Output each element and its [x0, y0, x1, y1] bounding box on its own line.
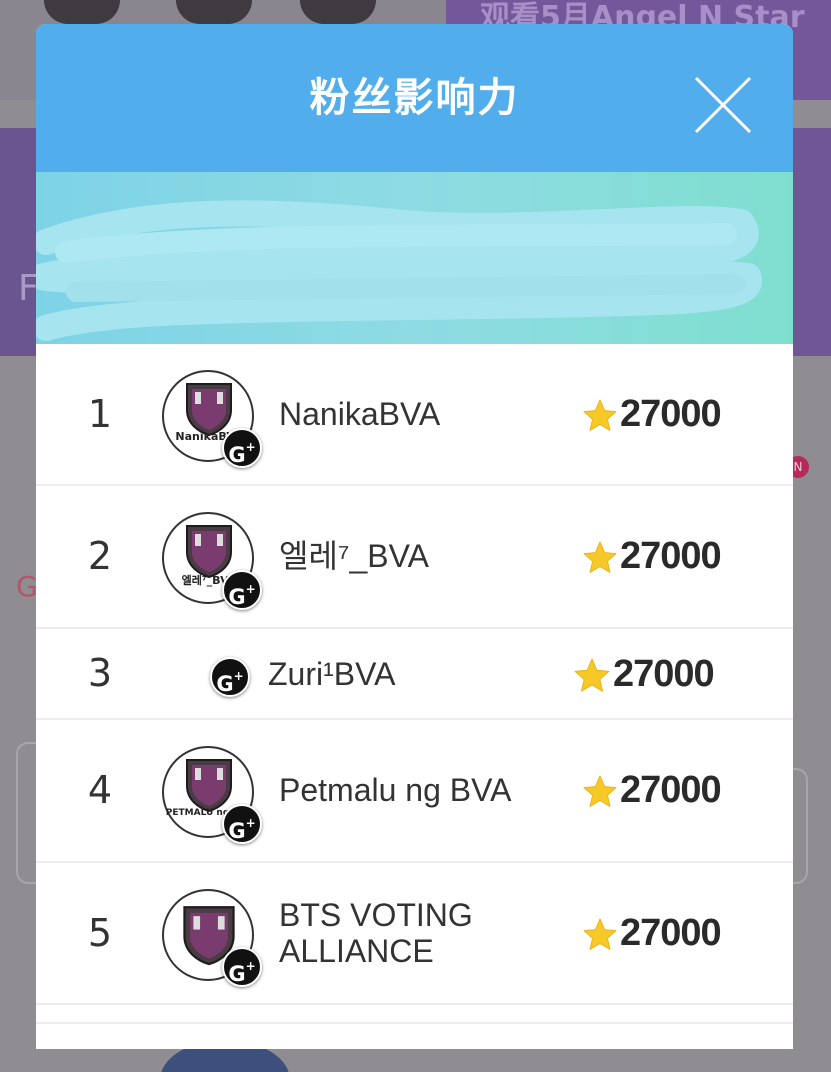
score: 27000 — [573, 652, 715, 696]
score: 27000 — [582, 392, 722, 436]
gplus-icon: G+ — [222, 804, 262, 844]
gplus-icon: G+ — [222, 947, 262, 987]
rank-number: 2 — [87, 534, 113, 578]
star-icon — [583, 918, 617, 950]
avatar[interactable]: NanikaBVA G+ — [162, 370, 262, 468]
shield-logo-icon — [186, 383, 232, 436]
background-avatar — [176, 0, 252, 24]
gplus-icon: G+ — [210, 657, 250, 697]
background-pink-letter: G — [16, 570, 38, 603]
ranking-row[interactable]: 1 NanikaBVA G+ NanikaBVA 27000 — [36, 344, 793, 486]
background-avatar — [44, 0, 120, 24]
score: 27000 — [582, 768, 722, 812]
score-value: 27000 — [613, 652, 715, 695]
star-icon — [583, 775, 617, 807]
avatar[interactable]: PETMALU ng BVA G+ — [162, 746, 262, 844]
rank-number: 4 — [87, 768, 113, 812]
close-icon — [694, 76, 752, 134]
rank-number: 3 — [87, 651, 113, 695]
fan-influence-modal: 粉丝影响力 1 NanikaBVA G+ NanikaBVA 27000 2 엘… — [36, 24, 793, 1049]
user-name: Petmalu ng BVA — [279, 772, 512, 808]
avatar[interactable]: G+ — [162, 889, 262, 987]
ranking-row[interactable]: 2 엘레⁷_BVA G+ 엘레⁷_BVA 27000 — [36, 486, 793, 629]
user-name: BTS VOTING ALLIANCE — [279, 897, 473, 969]
user-name: NanikaBVA — [279, 396, 441, 432]
gplus-icon: G+ — [222, 428, 262, 468]
ranking-row[interactable]: 4 PETMALU ng BVA G+ Petmalu ng BVA 27000 — [36, 720, 793, 863]
star-icon — [574, 658, 610, 692]
score: 27000 — [582, 534, 722, 578]
score-value: 27000 — [620, 534, 722, 577]
rank-number: 5 — [87, 911, 113, 955]
modal-title: 粉丝影响力 — [309, 75, 520, 121]
redaction-scribble — [36, 200, 763, 341]
background-panel-right — [793, 128, 831, 356]
star-icon — [583, 399, 617, 431]
user-name: Zuri¹BVA — [268, 656, 396, 692]
background-panel-left: F — [0, 128, 39, 356]
avatar[interactable]: 엘레⁷_BVA G+ — [162, 512, 262, 610]
rank-number: 1 — [87, 392, 113, 436]
score-value: 27000 — [620, 768, 722, 811]
star-icon — [583, 541, 617, 573]
ranking-list: 1 NanikaBVA G+ NanikaBVA 27000 2 엘레⁷_BVA… — [36, 344, 793, 1005]
close-button[interactable] — [692, 74, 754, 136]
shield-logo-icon — [186, 525, 232, 578]
gplus-icon: G+ — [222, 570, 262, 610]
shield-logo-icon — [186, 759, 232, 812]
ranking-row[interactable]: 5 G+ BTS VOTING ALLIANCE 27000 — [36, 863, 793, 1005]
score-value: 27000 — [620, 911, 722, 954]
score: 27000 — [582, 911, 722, 955]
ranking-row[interactable]: 3 G+ Zuri¹BVA 27000 — [36, 629, 793, 720]
hero-banner — [36, 172, 793, 344]
user-name: 엘레⁷_BVA — [279, 538, 429, 574]
background-avatar — [300, 0, 376, 24]
modal-header: 粉丝影响力 — [36, 24, 793, 172]
score-value: 27000 — [620, 392, 722, 435]
divider — [36, 1022, 793, 1024]
